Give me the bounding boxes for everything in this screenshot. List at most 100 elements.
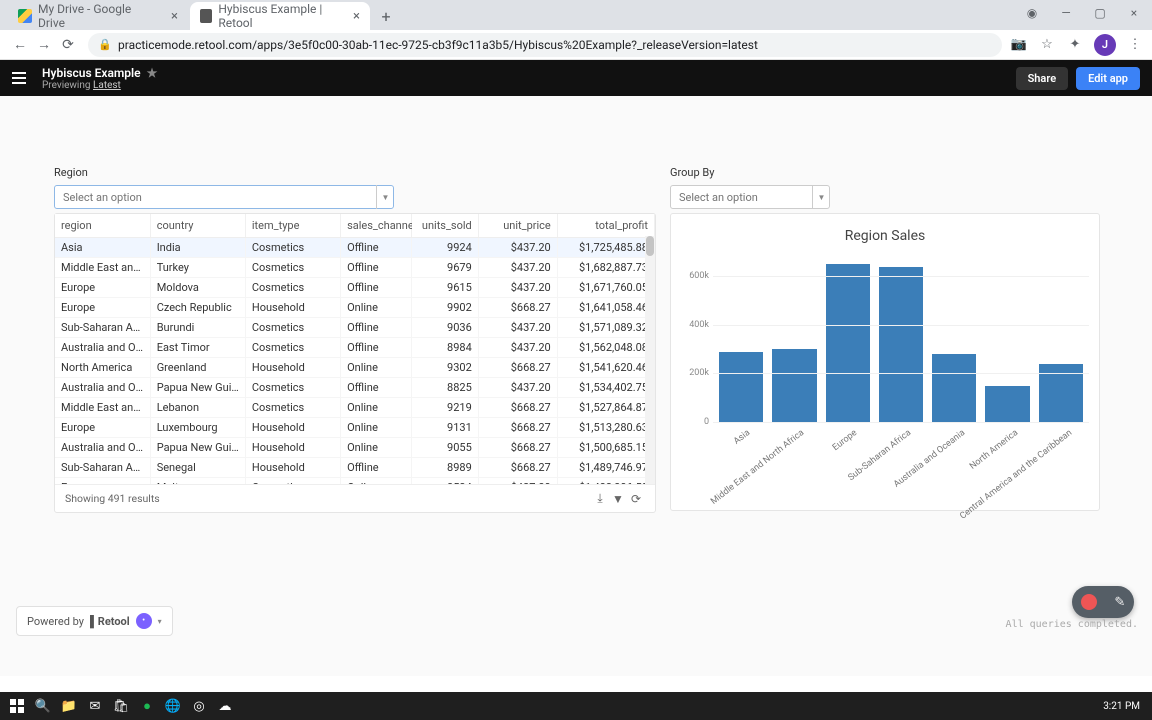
table-cell: Household [245, 298, 340, 318]
search-icon[interactable]: 🔍 [30, 694, 56, 718]
app-title: Hybiscus Example [42, 66, 141, 80]
chrome-icon[interactable]: 🌐 [160, 694, 186, 718]
column-header[interactable]: country [150, 214, 245, 238]
extensions-icon[interactable]: ✦ [1066, 36, 1084, 54]
table-cell: Europe [55, 418, 150, 438]
start-icon[interactable] [4, 694, 30, 718]
recording-widget[interactable]: ✎ [1072, 586, 1134, 618]
table-cell: 8825 [411, 378, 478, 398]
url-text: practicemode.retool.com/apps/3e5f0c00-30… [118, 38, 758, 52]
table-cell: 9902 [411, 298, 478, 318]
table-cell: Cosmetics [245, 258, 340, 278]
release-link[interactable]: Latest [93, 80, 121, 91]
table-row[interactable]: EuropeLuxembourgHouseholdOnline9131$668.… [55, 418, 655, 438]
profile-avatar[interactable]: J [1094, 34, 1116, 56]
close-icon[interactable]: × [171, 9, 178, 24]
table-row[interactable]: EuropeMoldovaCosmeticsOffline9615$437.20… [55, 278, 655, 298]
table-cell: Offline [341, 318, 412, 338]
back-button[interactable]: ← [8, 33, 32, 57]
column-header[interactable]: total_profit [557, 214, 654, 238]
groupby-select[interactable] [670, 185, 830, 209]
table-row[interactable]: Middle East and NLebanonCosmeticsOnline9… [55, 398, 655, 418]
share-button[interactable]: Share [1016, 67, 1069, 90]
table-cell: $437.20 [478, 318, 557, 338]
table-cell: $1,641,058.46 [557, 298, 654, 318]
powered-by-badge[interactable]: Powered by ▌Retool • ▾ [16, 606, 173, 636]
close-icon[interactable]: × [353, 9, 360, 24]
chart-bar[interactable] [826, 264, 870, 422]
status-dot: • [136, 613, 152, 629]
favorite-star-icon[interactable]: ★ [147, 66, 158, 80]
account-switcher-icon[interactable]: ◉ [1022, 6, 1042, 20]
download-icon[interactable]: ⤓ [591, 491, 609, 506]
table-cell: $1,725,485.88 [557, 238, 654, 258]
scrollbar-thumb[interactable] [646, 236, 654, 256]
reload-button[interactable]: ⟳ [56, 33, 80, 57]
chart-bar[interactable] [879, 267, 923, 422]
star-icon[interactable]: ☆ [1038, 36, 1056, 54]
column-header[interactable]: unit_price [478, 214, 557, 238]
mail-icon[interactable]: ✉ [82, 694, 108, 718]
record-icon[interactable] [1081, 594, 1097, 610]
column-header[interactable]: item_type [245, 214, 340, 238]
chart-bar[interactable] [932, 354, 976, 422]
chevron-down-icon[interactable]: ▼ [376, 185, 394, 209]
app-icon[interactable]: ◎ [186, 694, 212, 718]
column-header[interactable]: region [55, 214, 150, 238]
y-tick-label: 200k [689, 368, 709, 378]
scrollbar[interactable] [645, 236, 655, 484]
table-row[interactable]: Middle East and NTurkeyCosmeticsOffline9… [55, 258, 655, 278]
camera-icon[interactable]: 📷 [1010, 36, 1028, 54]
forward-button[interactable]: → [32, 33, 56, 57]
table-row[interactable]: Sub-Saharan AfricaBurundiCosmeticsOfflin… [55, 318, 655, 338]
table-cell: Offline [341, 378, 412, 398]
edit-app-button[interactable]: Edit app [1076, 67, 1140, 90]
url-input[interactable]: 🔒 practicemode.retool.com/apps/3e5f0c00-… [88, 33, 1002, 57]
table-cell: 9679 [411, 258, 478, 278]
spotify-icon[interactable]: ● [134, 694, 160, 718]
table-row[interactable]: EuropeCzech RepublicHouseholdOnline9902$… [55, 298, 655, 318]
table-row[interactable]: AsiaIndiaCosmeticsOffline9924$437.20$1,7… [55, 238, 655, 258]
table-cell: Offline [341, 258, 412, 278]
filter-icon[interactable]: ▼ [609, 492, 627, 506]
browser-tab[interactable]: Hybiscus Example | Retool × [190, 2, 370, 30]
table-row[interactable]: North AmericaGreenlandHouseholdOnline930… [55, 358, 655, 378]
minimize-icon[interactable]: — [1056, 6, 1076, 20]
pencil-icon[interactable]: ✎ [1114, 595, 1125, 610]
table-row[interactable]: Australia and OceEast TimorCosmeticsOffl… [55, 338, 655, 358]
menu-icon[interactable]: ⋮ [1126, 36, 1144, 54]
table-cell: Online [341, 478, 412, 485]
chart-bar[interactable] [719, 352, 763, 422]
table-row[interactable]: Sub-Saharan AfricaSenegalHouseholdOfflin… [55, 458, 655, 478]
table-cell: $1,534,402.75 [557, 378, 654, 398]
store-icon[interactable]: 🛍 [108, 694, 134, 718]
table-cell: $668.27 [478, 398, 557, 418]
table-row[interactable]: Australia and OcePapua New GuineaHouseho… [55, 438, 655, 458]
column-header[interactable]: sales_channel [341, 214, 412, 238]
taskbar-clock[interactable]: 3:21 PM [1095, 701, 1148, 712]
chart-bar[interactable] [772, 349, 816, 422]
x-tick-label: North America [968, 428, 1020, 472]
table-cell: $1,571,089.32 [557, 318, 654, 338]
chevron-down-icon[interactable]: ▾ [158, 617, 162, 626]
table-cell: Europe [55, 478, 150, 485]
table-cell: 9055 [411, 438, 478, 458]
powered-prefix: Powered by [27, 615, 84, 628]
chart-bar[interactable] [985, 386, 1029, 422]
column-header[interactable]: units_sold [411, 214, 478, 238]
app-icon[interactable]: ☁ [212, 694, 238, 718]
maximize-icon[interactable]: ▢ [1090, 6, 1110, 20]
table-cell: $437.20 [478, 278, 557, 298]
window-close-icon[interactable]: × [1124, 6, 1144, 20]
explorer-icon[interactable]: 📁 [56, 694, 82, 718]
browser-tab[interactable]: My Drive - Google Drive × [8, 2, 188, 30]
y-tick-label: 0 [704, 417, 709, 427]
region-select[interactable] [54, 185, 394, 209]
refresh-icon[interactable]: ⟳ [627, 492, 645, 506]
hamburger-icon[interactable] [12, 68, 32, 88]
table-row[interactable]: Australia and OcePapua New GuineaCosmeti… [55, 378, 655, 398]
table-cell: Australia and Oce [55, 338, 150, 358]
table-row[interactable]: EuropeMaltaCosmeticsOnline8534$437.20$1,… [55, 478, 655, 485]
chevron-down-icon[interactable]: ▼ [812, 185, 830, 209]
new-tab-button[interactable]: + [372, 2, 400, 30]
